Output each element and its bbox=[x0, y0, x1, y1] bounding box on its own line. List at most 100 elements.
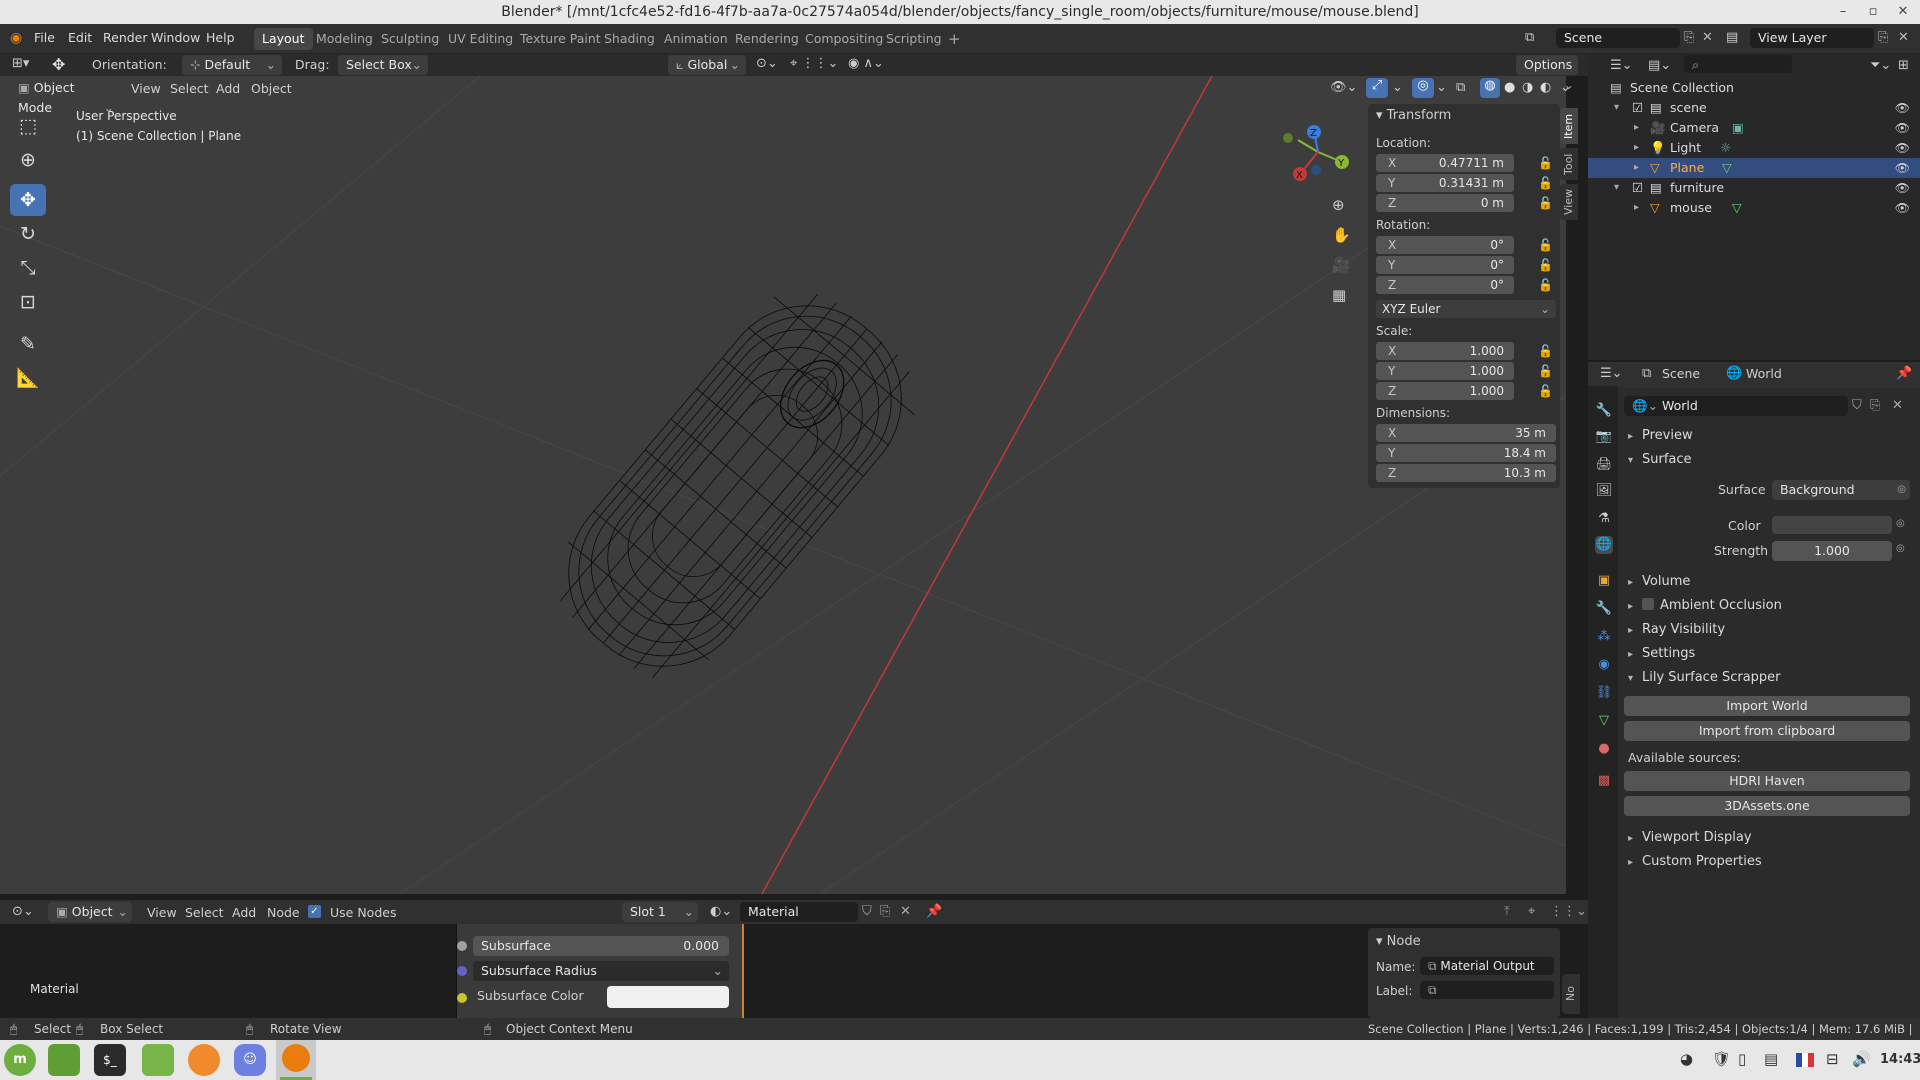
strength-socket-icon[interactable]: ◎ bbox=[1896, 543, 1905, 554]
menu-render[interactable]: Render bbox=[103, 30, 148, 45]
outliner-editor-icon[interactable]: ☰⌄ bbox=[1610, 58, 1633, 73]
discord-tray-icon[interactable]: ◕ bbox=[1680, 1050, 1693, 1068]
shield-tray-icon[interactable]: 🛡 bbox=[1712, 1050, 1731, 1068]
section-preview[interactable]: ▸ Preview bbox=[1628, 428, 1693, 443]
annotate-tool[interactable]: ✎ bbox=[10, 328, 46, 360]
world-datablock-field[interactable]: 🌐⌄ World bbox=[1624, 396, 1848, 416]
node-snap-icon[interactable]: ⌖ bbox=[1528, 904, 1535, 919]
discord-icon[interactable]: ☺ bbox=[234, 1044, 266, 1076]
tab-item[interactable]: Item bbox=[1560, 108, 1578, 144]
location-z-field[interactable]: Z0 m bbox=[1376, 194, 1514, 212]
lock-location-y-icon[interactable]: 🔓 bbox=[1538, 176, 1553, 190]
gizmo-dropdown-icon[interactable]: ⌄ bbox=[1392, 80, 1403, 95]
ao-checkbox[interactable] bbox=[1642, 598, 1654, 610]
physics-properties-icon[interactable]: ◉ bbox=[1595, 656, 1613, 674]
node-label-field[interactable]: ⧉ bbox=[1420, 981, 1554, 999]
eye-icon[interactable]: 👁 bbox=[1895, 138, 1910, 158]
notes-tray-icon[interactable]: ▤ bbox=[1764, 1050, 1778, 1068]
world-properties-icon[interactable]: 🌐 bbox=[1595, 536, 1613, 554]
use-nodes-checkbox[interactable]: ✓ bbox=[308, 905, 321, 918]
drag-dropdown[interactable]: Select Box ⌄ bbox=[338, 55, 428, 75]
subsurface-field[interactable]: Subsurface 0.000 bbox=[473, 936, 729, 956]
rotation-x-field[interactable]: X 0° bbox=[1376, 236, 1514, 254]
new-material-icon[interactable]: ⎘ bbox=[880, 904, 890, 919]
material-properties-icon[interactable]: ● bbox=[1595, 740, 1613, 758]
menu-edit[interactable]: Edit bbox=[68, 30, 92, 45]
eye-icon[interactable]: 👁 bbox=[1895, 158, 1910, 178]
new-view-layer-icon[interactable]: ⎘ bbox=[1878, 30, 1888, 45]
lock-rotation-x-icon[interactable]: 🔓 bbox=[1538, 238, 1553, 252]
tab-texture-paint[interactable]: Texture Paint bbox=[512, 28, 609, 50]
section-viewport-display[interactable]: ▸ Viewport Display bbox=[1628, 830, 1752, 845]
outliner-row-plane[interactable]: ▸ ▽ Plane ▽ 👁 bbox=[1588, 158, 1920, 178]
lock-scale-z-icon[interactable]: 🔓 bbox=[1538, 384, 1553, 398]
subsurface-radius-socket[interactable] bbox=[457, 966, 467, 976]
tab-layout[interactable]: Layout bbox=[254, 28, 313, 50]
checkbox-icon[interactable]: ☑ bbox=[1632, 98, 1643, 118]
outliner-row-furniture[interactable]: ▾ ☑ ▤ furniture 👁 bbox=[1588, 178, 1920, 198]
proportional-edit-icon[interactable]: ◉ ∧⌄ bbox=[848, 56, 884, 71]
options-dropdown[interactable]: Options ⌄ bbox=[1516, 55, 1578, 92]
blender-taskbar-item[interactable] bbox=[276, 1040, 316, 1080]
new-world-icon[interactable]: ⎘ bbox=[1870, 398, 1880, 413]
breadcrumb-scene[interactable]: Scene bbox=[1662, 366, 1700, 381]
collapse-icon[interactable]: ▾ bbox=[1614, 178, 1619, 198]
new-collection-icon[interactable]: ⊞ bbox=[1898, 58, 1909, 73]
keyboard-layout-flag-icon[interactable] bbox=[1796, 1053, 1814, 1067]
section-custom-properties[interactable]: ▸ Custom Properties bbox=[1628, 854, 1762, 869]
render-properties-icon[interactable]: 📷 bbox=[1595, 428, 1613, 446]
viewport-menu-add[interactable]: Add bbox=[216, 81, 240, 96]
tab-tool[interactable]: Tool bbox=[1560, 148, 1578, 180]
object-properties-icon[interactable]: ▣ bbox=[1595, 572, 1613, 590]
pan-hand-icon[interactable]: ✋ bbox=[1332, 226, 1351, 244]
outliner-row-light[interactable]: ▸ 💡 Light ☼ 👁 bbox=[1588, 138, 1920, 158]
section-volume[interactable]: ▸ Volume bbox=[1628, 574, 1690, 589]
lock-scale-x-icon[interactable]: 🔓 bbox=[1538, 344, 1553, 358]
location-x-field[interactable]: X 0.47711 m bbox=[1376, 154, 1514, 172]
pin-icon[interactable]: 📌 bbox=[1896, 366, 1912, 381]
move-tool[interactable]: ✥ bbox=[10, 184, 46, 216]
3dassets-one-button[interactable]: 3DAssets.one bbox=[1624, 796, 1910, 816]
view-layer-properties-icon[interactable]: 🖼 bbox=[1595, 482, 1613, 500]
tab-rendering[interactable]: Rendering bbox=[727, 28, 807, 50]
outliner-row-camera[interactable]: ▸ 🎥 Camera ▣ 👁 bbox=[1588, 118, 1920, 138]
perspective-grid-icon[interactable]: ▦ bbox=[1332, 286, 1346, 304]
collapse-icon[interactable]: ▾ bbox=[1614, 98, 1619, 118]
node-menu-view[interactable]: View bbox=[147, 905, 177, 920]
tab-animation[interactable]: Animation bbox=[656, 28, 736, 50]
terminal-icon[interactable]: $_ bbox=[94, 1044, 126, 1076]
object-mode-dropdown[interactable]: ▣ Object Mode ⌄ bbox=[10, 78, 118, 115]
viewport-menu-select[interactable]: Select bbox=[170, 81, 209, 96]
volume-icon[interactable]: 🔊 bbox=[1852, 1050, 1871, 1068]
expand-icon[interactable]: ▸ bbox=[1634, 138, 1639, 158]
rotate-tool[interactable]: ↻ bbox=[10, 218, 46, 250]
breadcrumb-world[interactable]: World bbox=[1746, 366, 1782, 381]
snap-icon[interactable]: ⌖ ⋮⋮⌄ bbox=[790, 56, 838, 71]
color-socket-icon[interactable]: ◎ bbox=[1896, 518, 1905, 529]
section-lily-surface-scrapper[interactable]: ▾ Lily Surface Scrapper bbox=[1628, 670, 1781, 685]
node-menu-add[interactable]: Add bbox=[232, 905, 256, 920]
eye-icon[interactable]: 👁 bbox=[1895, 118, 1910, 138]
output-properties-icon[interactable]: 🖨 bbox=[1595, 456, 1613, 474]
rotation-y-field[interactable]: Y 0° bbox=[1376, 256, 1514, 274]
blender-logo-icon[interactable]: ◉ bbox=[10, 30, 22, 46]
clock[interactable]: 14:43 bbox=[1880, 1052, 1920, 1067]
world-color-swatch[interactable] bbox=[1772, 516, 1892, 534]
node-name-field[interactable]: ⧉ Material Output bbox=[1420, 957, 1554, 975]
unlink-material-icon[interactable]: ✕ bbox=[900, 904, 911, 919]
rotation-z-field[interactable]: Z 0° bbox=[1376, 276, 1514, 294]
shading-dropdown-icon[interactable]: ⌄ bbox=[1560, 80, 1571, 95]
shader-type-dropdown[interactable]: ▣ Object ⌄ bbox=[48, 902, 132, 922]
location-y-field[interactable]: Y 0.31431 m bbox=[1376, 174, 1514, 192]
clipboard-tray-icon[interactable]: ▯ bbox=[1738, 1050, 1746, 1068]
node-panel-title[interactable]: ▾ Node bbox=[1376, 934, 1421, 949]
subsurface-color-swatch[interactable] bbox=[607, 986, 729, 1008]
expand-icon[interactable]: ▸ bbox=[1634, 158, 1639, 178]
subsurface-socket[interactable] bbox=[457, 941, 467, 951]
subsurface-color-socket[interactable] bbox=[457, 993, 467, 1003]
close-window-button[interactable]: ✕ bbox=[1888, 0, 1918, 24]
eye-icon[interactable]: 👁 bbox=[1895, 198, 1910, 218]
outliner-row-scene-collection[interactable]: ▤ Scene Collection bbox=[1588, 78, 1920, 98]
pivot-point-icon[interactable]: ⊙⌄ bbox=[756, 56, 778, 71]
node-menu-select[interactable]: Select bbox=[185, 905, 224, 920]
